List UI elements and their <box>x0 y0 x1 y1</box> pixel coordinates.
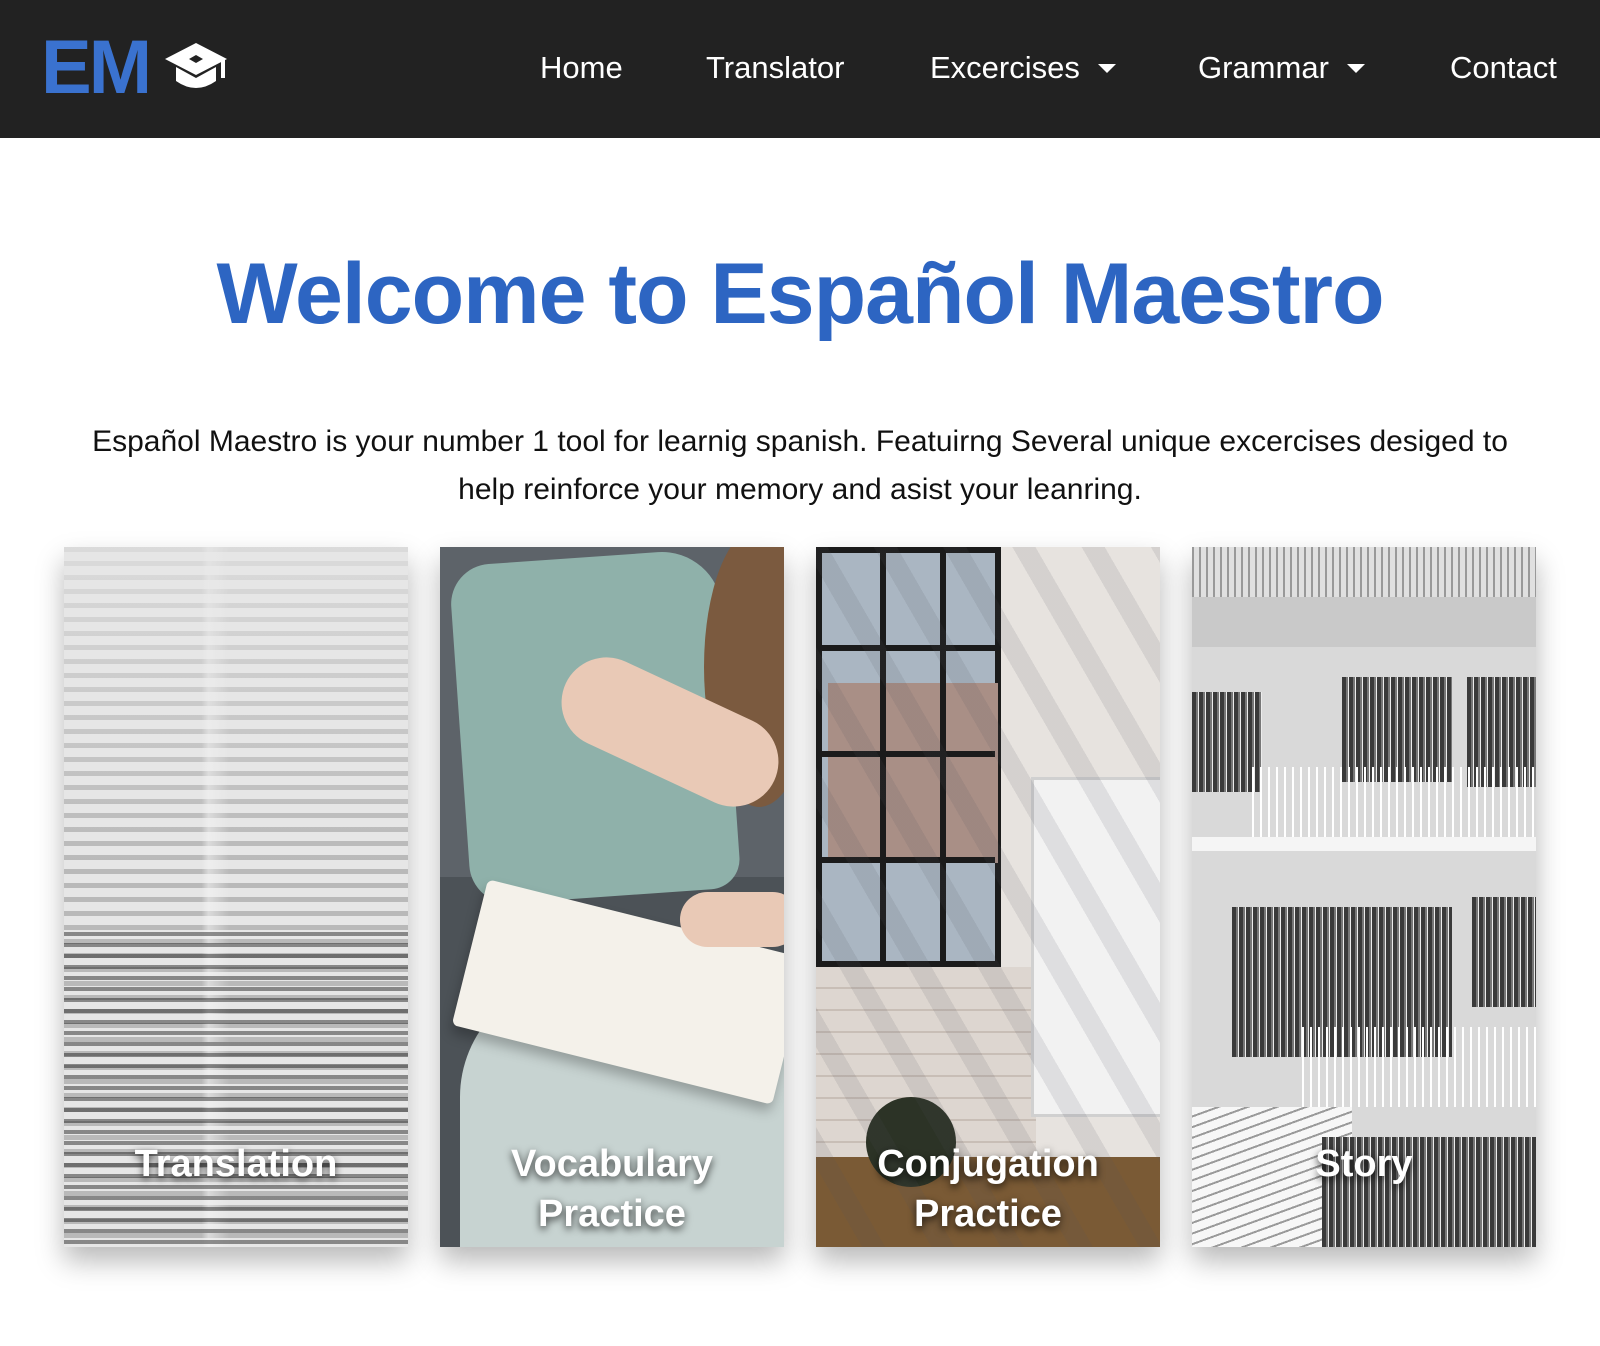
card-label-line-1: Conjugation <box>877 1143 1099 1185</box>
image-hand-2 <box>680 892 784 947</box>
nav-grammar-dropdown[interactable]: Grammar <box>1198 46 1365 90</box>
image-balcony <box>1192 837 1536 851</box>
caret-down-icon <box>1097 63 1116 73</box>
card-label: Story <box>1192 1139 1536 1189</box>
nav-grammar-label: Grammar <box>1198 50 1329 85</box>
image-overlay <box>64 547 408 862</box>
caret-down-icon <box>1346 63 1365 73</box>
nav-contact-label: Contact <box>1450 50 1557 85</box>
card-label-line-1: Vocabulary <box>510 1143 714 1185</box>
image-text-lines <box>64 932 408 1247</box>
card-label: Conjugation Practice <box>816 1139 1160 1239</box>
navbar: EM Home Translator Excercises Grammar Co… <box>0 0 1600 138</box>
nav-home[interactable]: Home <box>540 46 623 90</box>
card-vocabulary-practice[interactable]: Vocabulary Practice <box>440 547 784 1247</box>
image-rail <box>1192 547 1536 597</box>
card-label-line-1: Story <box>1315 1143 1413 1185</box>
nav-excercises-label: Excercises <box>930 50 1080 85</box>
card-label-line-1: Translation <box>134 1143 338 1185</box>
image-railing <box>1302 1027 1536 1107</box>
intro-line-1: Español Maestro is your number 1 tool fo… <box>92 425 1508 458</box>
brand-text: EM <box>41 25 152 110</box>
nav-excercises-dropdown[interactable]: Excercises <box>930 46 1116 90</box>
card-story[interactable]: Story <box>1192 547 1536 1247</box>
card-label-line-2: Practice <box>538 1193 686 1235</box>
card-label-line-2: Practice <box>914 1193 1062 1235</box>
card-translation[interactable]: Translation <box>64 547 408 1247</box>
card-conjugation-practice[interactable]: Conjugation Practice <box>816 547 1160 1247</box>
card-label: Vocabulary Practice <box>440 1139 784 1239</box>
image-ceiling <box>1192 597 1536 647</box>
intro-paragraph: Español Maestro is your number 1 tool fo… <box>20 418 1580 514</box>
intro-line-2: help reinforce your memory and asist you… <box>458 473 1142 506</box>
graduation-cap-icon <box>165 43 227 88</box>
image-shelf <box>1472 897 1536 1007</box>
nav-translator[interactable]: Translator <box>706 46 844 90</box>
page-title: Welcome to Español Maestro <box>216 246 1384 342</box>
nav-contact[interactable]: Contact <box>1450 46 1557 90</box>
nav-translator-label: Translator <box>706 50 845 85</box>
nav-home-label: Home <box>540 50 623 85</box>
card-label: Translation <box>64 1139 408 1189</box>
brand-logo[interactable]: EM <box>41 28 229 108</box>
image-railing <box>1252 767 1536 837</box>
